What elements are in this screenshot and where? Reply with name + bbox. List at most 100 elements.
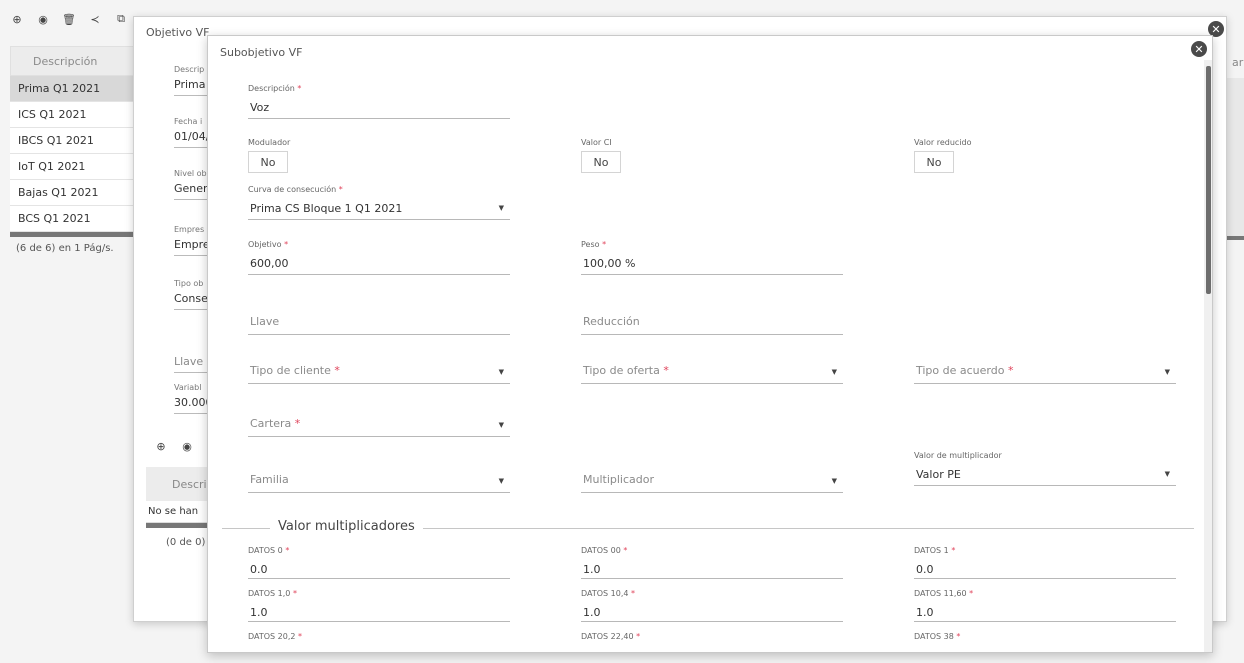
familia-select[interactable]: Familia ▼ bbox=[248, 473, 510, 493]
familia-field[interactable]: Familia ▼ bbox=[248, 473, 510, 493]
tipo-oferta-select[interactable]: Tipo de oferta * ▼ bbox=[581, 364, 843, 384]
divider bbox=[222, 528, 270, 529]
caret-down-icon: ▼ bbox=[498, 368, 504, 376]
datos-field[interactable]: DATOS 22,40 * bbox=[581, 632, 843, 641]
descripcion-field[interactable]: Descripción * Voz bbox=[248, 84, 510, 119]
datos-field[interactable]: DATOS 10,4 * 1.0 bbox=[581, 589, 843, 622]
add-icon[interactable]: ⊕ bbox=[154, 439, 168, 453]
multiplicador-field[interactable]: Multiplicador ▼ bbox=[581, 473, 843, 493]
select-placeholder: Tipo de cliente bbox=[250, 364, 331, 377]
label-text: DATOS 11,60 bbox=[914, 589, 967, 598]
modulador-toggle[interactable]: No bbox=[248, 151, 288, 173]
label-text: DATOS 0 bbox=[248, 546, 283, 555]
table-row[interactable]: Prima Q1 2021 bbox=[10, 76, 138, 102]
modal-title: Objetivo VF bbox=[146, 26, 210, 39]
required-mark: * bbox=[334, 364, 340, 377]
table-row[interactable]: ICS Q1 2021 bbox=[10, 102, 138, 128]
datos-input[interactable]: 1.0 bbox=[248, 598, 510, 622]
field-label: Peso * bbox=[581, 240, 843, 249]
delete-icon[interactable]: 🗑 bbox=[62, 12, 76, 26]
label-text: DATOS 22,40 bbox=[581, 632, 634, 641]
valor-multiplicador-select[interactable]: Valor PE ▼ bbox=[914, 460, 1176, 486]
datos-input[interactable]: 0.0 bbox=[914, 555, 1176, 579]
cartera-select[interactable]: Cartera * ▼ bbox=[248, 417, 510, 437]
required-mark: * bbox=[969, 589, 974, 598]
curva-consecucion-select[interactable]: Prima CS Bloque 1 Q1 2021 ▼ bbox=[248, 194, 510, 220]
caret-down-icon: ▼ bbox=[498, 477, 504, 485]
required-mark: * bbox=[956, 632, 961, 641]
datos-field[interactable]: DATOS 11,60 * 1.0 bbox=[914, 589, 1176, 622]
datos-field[interactable]: DATOS 0 * 0.0 bbox=[248, 546, 510, 579]
objetivo-field[interactable]: Objetivo * 600,00 bbox=[248, 240, 510, 275]
caret-down-icon: ▼ bbox=[498, 204, 504, 212]
reduccion-input[interactable]: Reducción bbox=[581, 315, 843, 335]
curva-consecucion-field[interactable]: Curva de consecución * Prima CS Bloque 1… bbox=[248, 185, 510, 220]
add-icon[interactable]: ⊕ bbox=[10, 12, 24, 26]
datos-field[interactable]: DATOS 1,0 * 1.0 bbox=[248, 589, 510, 622]
field-label: DATOS 0 * bbox=[248, 546, 510, 555]
required-mark: * bbox=[636, 632, 641, 641]
llave-input[interactable]: Llave bbox=[248, 315, 510, 335]
field-label: DATOS 00 * bbox=[581, 546, 843, 555]
required-mark: * bbox=[285, 546, 290, 555]
label-text: Objetivo bbox=[248, 240, 282, 249]
field-label: Curva de consecución * bbox=[248, 185, 510, 194]
valor-multiplicador-field[interactable]: Valor de multiplicador Valor PE ▼ bbox=[914, 451, 1176, 486]
copy-icon[interactable]: ⧉ bbox=[114, 12, 128, 26]
empty-table-message: No se han bbox=[146, 501, 208, 523]
close-icon[interactable]: ✕ bbox=[1191, 41, 1207, 57]
tipo-oferta-field[interactable]: Tipo de oferta * ▼ bbox=[581, 364, 843, 384]
tipo-cliente-field[interactable]: Tipo de cliente * ▼ bbox=[248, 364, 510, 384]
label-text: DATOS 10,4 bbox=[581, 589, 629, 598]
share-icon[interactable]: ≺ bbox=[88, 12, 102, 26]
peso-input[interactable]: 100,00 % bbox=[581, 249, 843, 275]
peso-field[interactable]: Peso * 100,00 % bbox=[581, 240, 843, 275]
view-icon[interactable]: ◉ bbox=[180, 439, 194, 453]
required-mark: * bbox=[292, 589, 297, 598]
tipo-cliente-select[interactable]: Tipo de cliente * ▼ bbox=[248, 364, 510, 384]
label-text: DATOS 1 bbox=[914, 546, 949, 555]
caret-down-icon: ▼ bbox=[831, 477, 837, 485]
required-mark: * bbox=[298, 632, 303, 641]
table-row[interactable]: IBCS Q1 2021 bbox=[10, 128, 138, 154]
horizontal-scrollbar[interactable] bbox=[146, 523, 208, 528]
datos-input[interactable]: 0.0 bbox=[248, 555, 510, 579]
modal-toolbar: ⊕ ◉ bbox=[154, 439, 194, 453]
datos-input[interactable]: 1.0 bbox=[581, 598, 843, 622]
field-label: DATOS 20,2 * bbox=[248, 632, 510, 641]
descripcion-input[interactable]: Voz bbox=[248, 93, 510, 119]
table-row[interactable]: BCS Q1 2021 bbox=[10, 206, 138, 232]
cartera-field[interactable]: Cartera * ▼ bbox=[248, 417, 510, 437]
objetivo-input[interactable]: 600,00 bbox=[248, 249, 510, 275]
select-value: Valor PE bbox=[916, 468, 961, 481]
datos-input[interactable]: 1.0 bbox=[581, 555, 843, 579]
table-header[interactable]: Descripción bbox=[10, 46, 138, 76]
horizontal-scrollbar[interactable] bbox=[10, 232, 138, 237]
valor-ci-toggle[interactable]: No bbox=[581, 151, 621, 173]
divider bbox=[422, 528, 1194, 529]
datos-input[interactable]: 1.0 bbox=[914, 598, 1176, 622]
pager-text: (0 de 0) bbox=[166, 537, 206, 548]
valor-reducido-toggle[interactable]: No bbox=[914, 151, 954, 173]
datos-field[interactable]: DATOS 38 * bbox=[914, 632, 1176, 641]
column-header-fragment: aric bbox=[1232, 56, 1244, 69]
multiplicador-select[interactable]: Multiplicador ▼ bbox=[581, 473, 843, 493]
field-label: DATOS 38 * bbox=[914, 632, 1176, 641]
table-row[interactable]: IoT Q1 2021 bbox=[10, 154, 138, 180]
table-header[interactable]: Descrip bbox=[146, 467, 208, 501]
tipo-acuerdo-field[interactable]: Tipo de acuerdo * ▼ bbox=[914, 364, 1176, 384]
valor-multiplicadores-section: Valor multiplicadores bbox=[222, 519, 1194, 535]
view-icon[interactable]: ◉ bbox=[36, 12, 50, 26]
datos-field[interactable]: DATOS 1 * 0.0 bbox=[914, 546, 1176, 579]
datos-field[interactable]: DATOS 20,2 * bbox=[248, 632, 510, 641]
reduccion-field[interactable]: Reducción bbox=[581, 315, 843, 335]
field-label: DATOS 22,40 * bbox=[581, 632, 843, 641]
select-placeholder: Familia bbox=[250, 473, 289, 486]
modal-title: Subobjetivo VF bbox=[220, 46, 303, 59]
field-label: Descripción * bbox=[248, 84, 510, 93]
table-row[interactable]: Bajas Q1 2021 bbox=[10, 180, 138, 206]
llave-field[interactable]: Llave bbox=[248, 315, 510, 335]
tipo-acuerdo-select[interactable]: Tipo de acuerdo * ▼ bbox=[914, 364, 1176, 384]
vertical-scrollbar-thumb[interactable] bbox=[1206, 66, 1211, 294]
datos-field[interactable]: DATOS 00 * 1.0 bbox=[581, 546, 843, 579]
